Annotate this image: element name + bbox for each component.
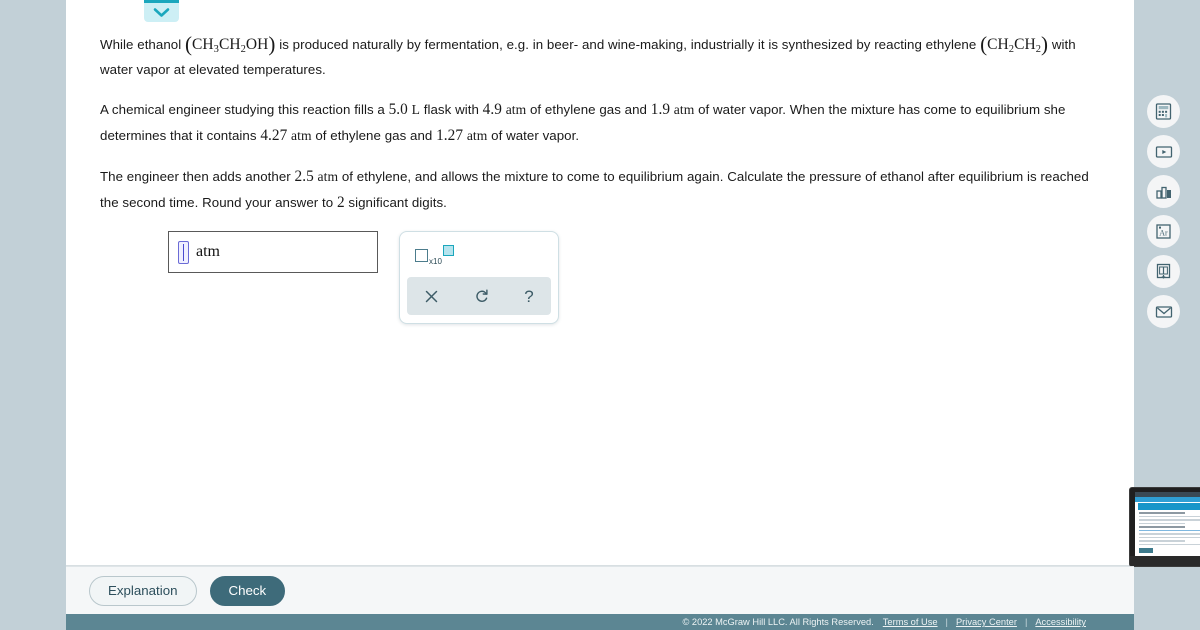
p2-value-volume: 5.0 — [388, 100, 408, 118]
explanation-button[interactable]: Explanation — [89, 575, 197, 606]
exponent-placeholder-icon — [442, 243, 454, 261]
mantissa-placeholder-icon — [415, 249, 428, 262]
p2-value-water-initial: 1.9 — [650, 100, 671, 118]
p1-text-1: While ethanol — [100, 37, 185, 52]
thumbnail-line — [1139, 540, 1185, 542]
answer-input[interactable]: atm — [168, 231, 378, 273]
footer: © 2022 McGraw Hill LLC. All Rights Reser… — [66, 614, 1134, 630]
content-panel: While ethanol (CH3CH2OH) is produced nat… — [66, 0, 1200, 567]
screen-preview-thumbnail[interactable] — [1129, 487, 1200, 567]
p2-value-water-eq: 1.27 — [436, 126, 464, 144]
chevron-down-icon — [153, 7, 170, 18]
video-icon — [1155, 144, 1173, 160]
answer-unit-label: atm — [196, 243, 220, 260]
formula-ethylene: CH2CH2 — [987, 36, 1042, 55]
problem-statement: While ethanol (CH3CH2OH) is produced nat… — [100, 32, 1090, 217]
answer-area: atm x10 ? — [168, 231, 559, 324]
privacy-center-link[interactable]: Privacy Center — [956, 617, 1017, 627]
p2-unit-3: atm — [291, 127, 312, 143]
problem-paragraph-1: While ethanol (CH3CH2OH) is produced nat… — [100, 32, 1090, 82]
terms-of-use-link[interactable]: Terms of Use — [883, 617, 938, 627]
thumbnail-line — [1139, 529, 1200, 531]
p2-value-ethylene-eq: 4.27 — [260, 126, 288, 144]
footer-separator: | — [945, 617, 948, 627]
action-bar: Explanation Check — [66, 566, 1134, 614]
help-button[interactable]: ? — [514, 284, 543, 309]
p3-text-1: The engineer then adds another — [100, 169, 295, 185]
svg-text:Ar: Ar — [1159, 228, 1168, 237]
message-button[interactable] — [1147, 295, 1180, 328]
thumbnail-line — [1139, 526, 1185, 528]
math-palette-row-1: x10 — [407, 239, 551, 277]
p3-value-sigfigs: 2 — [336, 194, 345, 212]
x10-label: x10 — [429, 257, 442, 266]
envelope-icon — [1155, 305, 1173, 319]
bar-chart-icon — [1155, 184, 1173, 200]
thumbnail-screen — [1135, 492, 1200, 556]
p2-text-5: of ethylene gas and — [311, 127, 437, 143]
data-chart-button[interactable] — [1147, 175, 1180, 208]
calculator-button[interactable] — [1147, 95, 1180, 128]
accessibility-link[interactable]: Accessibility — [1035, 617, 1086, 627]
scientific-notation-button[interactable]: x10 — [415, 245, 454, 267]
video-button[interactable] — [1147, 135, 1180, 168]
thumbnail-line — [1139, 519, 1200, 521]
p2-text-3: of ethylene gas and — [526, 101, 651, 117]
tool-rail: Ar — [1147, 95, 1180, 328]
problem-paragraph-2: A chemical engineer studying this reacti… — [100, 97, 1090, 150]
p2-text-1: A chemical engineer studying this reacti… — [100, 101, 389, 117]
p2-text-6: of water vapor. — [487, 127, 580, 143]
p2-unit-2: atm — [673, 101, 695, 117]
p3-value-added-ethylene: 2.5 — [294, 168, 314, 186]
thumbnail-laptop-base — [1130, 556, 1200, 566]
collapse-panel-tab[interactable] — [144, 0, 179, 22]
p3-unit-1: atm — [317, 169, 339, 185]
math-palette: x10 ? — [399, 231, 559, 324]
reference-book-icon — [1155, 263, 1172, 280]
thumbnail-line — [1139, 512, 1185, 514]
thumbnail-line — [1139, 536, 1200, 538]
undo-button[interactable] — [464, 284, 500, 308]
thumbnail-button — [1139, 548, 1153, 553]
app-root: While ethanol (CH3CH2OH) is produced nat… — [0, 0, 1200, 630]
thumbnail-header — [1138, 503, 1200, 510]
p2-value-ethylene-initial: 4.9 — [482, 100, 502, 118]
clear-button[interactable] — [414, 285, 449, 308]
periodic-table-button[interactable]: Ar — [1147, 215, 1180, 248]
problem-paragraph-3: The engineer then adds another 2.5 atm o… — [100, 164, 1090, 217]
close-icon — [426, 290, 438, 302]
math-palette-actions: ? — [407, 277, 551, 315]
p2-unit-1: atm — [505, 101, 527, 117]
check-button[interactable]: Check — [209, 575, 286, 606]
p3-text-3: significant digits. — [344, 195, 447, 211]
p2-unit-4: atm — [466, 127, 488, 143]
thumbnail-line — [1139, 515, 1200, 517]
undo-icon — [476, 289, 488, 302]
thumbnail-line — [1139, 533, 1200, 535]
reference-book-button[interactable] — [1147, 255, 1180, 288]
thumbnail-line — [1139, 522, 1185, 524]
thumbnail-line — [1139, 543, 1200, 545]
calculator-icon — [1155, 103, 1172, 120]
p2-unit-volume: L — [411, 101, 420, 117]
footer-separator: | — [1024, 617, 1028, 627]
math-caret-slot[interactable] — [178, 240, 189, 264]
formula-ethanol: CH3CH2OH — [192, 36, 269, 55]
thumbnail-tab-bar — [1135, 497, 1200, 502]
p1-paren-open: ( — [184, 32, 193, 56]
periodic-table-icon: Ar — [1155, 223, 1172, 240]
copyright-text: © 2022 McGraw Hill LLC. All Rights Reser… — [682, 617, 874, 627]
p2-text-2: flask with — [419, 101, 483, 117]
p1-text-2: is produced naturally by fermentation, e… — [275, 37, 981, 52]
